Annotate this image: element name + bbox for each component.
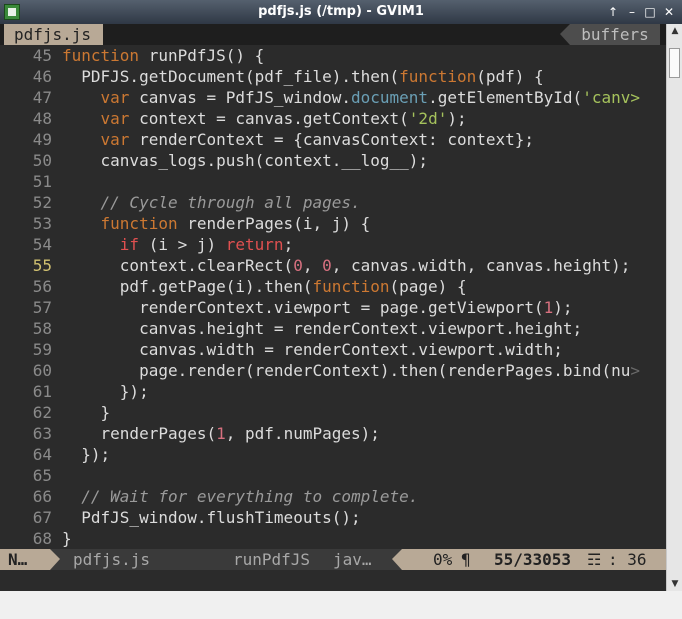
line-number: 46 [32,67,52,86]
code-line[interactable]: 68} [0,528,666,549]
line-number: 52 [32,193,52,212]
line-number: 53 [32,214,52,233]
line-number: 68 [32,529,52,548]
line-number: 57 [32,298,52,317]
line-text[interactable]: }); [62,445,110,464]
line-number: 67 [32,508,52,527]
line-number: 61 [32,382,52,401]
column-icon: ☶ [587,550,602,569]
scroll-down-arrow-icon[interactable]: ▼ [668,577,682,591]
line-text[interactable]: PdfJS_window.flushTimeouts(); [62,508,360,527]
status-column: : 36 [608,550,647,569]
code-line[interactable]: 54 if (i > j) return; [0,234,666,255]
line-number: 64 [32,445,52,464]
window-titlebar: pdfjs.js (/tmp) - GVIM1 ↑ – □ ✕ [0,0,682,24]
line-number: 48 [32,109,52,128]
pilcrow-icon: ¶ [461,550,471,569]
code-line[interactable]: 47 var canvas = PdfJS_window.document.ge… [0,87,666,108]
code-line[interactable]: 50 canvas_logs.push(context.__log__); [0,150,666,171]
minimize-button[interactable]: – [624,4,640,20]
scrollbar-thumb[interactable] [669,48,680,78]
line-text[interactable]: } [62,529,72,548]
code-line[interactable]: 45 function runPdfJS() { [0,45,666,66]
code-line[interactable]: 49 var renderContext = {canvasContext: c… [0,129,666,150]
line-text[interactable]: canvas_logs.push(context.__log__); [62,151,429,170]
command-line[interactable] [0,570,666,591]
code-line[interactable]: 56 pdf.getPage(i).then(function(page) { [0,276,666,297]
mode-indicator: N… [0,549,60,570]
line-text[interactable]: // Wait for everything to complete. [62,487,418,506]
line-number: 63 [32,424,52,443]
line-text[interactable]: function runPdfJS() { [62,46,264,65]
code-line[interactable]: 66 // Wait for everything to complete. [0,486,666,507]
line-number: 65 [32,466,52,485]
code-line[interactable]: 63 renderPages(1, pdf.numPages); [0,423,666,444]
line-text[interactable]: canvas.height = renderContext.viewport.h… [62,319,582,338]
line-text[interactable]: var canvas = PdfJS_window.document.getEl… [62,88,640,107]
line-number: 58 [32,319,52,338]
line-text[interactable]: canvas.width = renderContext.viewport.wi… [62,340,563,359]
line-number: 54 [32,235,52,254]
code-line[interactable]: 64 }); [0,444,666,465]
code-line[interactable]: 51 [0,171,666,192]
code-line[interactable]: 65 [0,465,666,486]
code-line[interactable]: 48 var context = canvas.getContext('2d')… [0,108,666,129]
code-line[interactable]: 52 // Cycle through all pages. [0,192,666,213]
line-text[interactable]: }); [62,382,149,401]
tab-pdfjs[interactable]: pdfjs.js [4,24,103,45]
line-text[interactable]: var context = canvas.getContext('2d'); [62,109,467,128]
status-filename: pdfjs.js [73,550,151,569]
statusline: N… pdfjs.js runPdfJS jav… 0% ¶ 55/33053 … [0,549,666,570]
close-button[interactable]: ✕ [661,4,677,20]
line-text[interactable]: PDFJS.getDocument(pdf_file).then(functio… [62,67,543,86]
line-text[interactable]: pdf.getPage(i).then(function(page) { [62,277,467,296]
status-percent: 0% [433,550,453,569]
code-line[interactable]: 67 PdfJS_window.flushTimeouts(); [0,507,666,528]
tabline: pdfjs.js buffers [0,24,666,45]
line-number: 49 [32,130,52,149]
line-number: 51 [32,172,52,191]
code-view[interactable]: 45 function runPdfJS() {46 PDFJS.getDocum… [0,45,666,549]
code-line[interactable]: 53 function renderPages(i, j) { [0,213,666,234]
line-number: 50 [32,151,52,170]
line-number: 59 [32,340,52,359]
line-number: 62 [32,403,52,422]
line-text[interactable]: if (i > j) return; [62,235,293,254]
code-line[interactable]: 59 canvas.width = renderContext.viewport… [0,339,666,360]
window-title: pdfjs.js (/tmp) - GVIM1 [258,4,424,19]
line-number: 47 [32,88,52,107]
code-line[interactable]: 46 PDFJS.getDocument(pdf_file).then(func… [0,66,666,87]
arrow-up-icon[interactable]: ↑ [605,4,621,20]
vertical-scrollbar[interactable]: ▲ ▼ [666,24,682,591]
status-filetype: jav… [333,550,372,569]
editor-area[interactable]: pdfjs.js buffers 45 function runPdfJS() {… [0,24,666,591]
maximize-button[interactable]: □ [642,4,658,20]
scroll-up-arrow-icon[interactable]: ▲ [668,24,682,38]
window-bottom [0,591,682,619]
line-text[interactable]: function renderPages(i, j) { [62,214,371,233]
line-number: 60 [32,361,52,380]
code-line[interactable]: 57 renderContext.viewport = page.getView… [0,297,666,318]
status-position-block: 0% ¶ 55/33053 ☶ : 36 [392,549,666,570]
code-line[interactable]: 61 }); [0,381,666,402]
code-line[interactable]: 55 context.clearRect(0, 0, canvas.width,… [0,255,666,276]
code-line[interactable]: 58 canvas.height = renderContext.viewpor… [0,318,666,339]
status-function: runPdfJS [233,550,311,569]
line-number: 45 [32,46,52,65]
line-text[interactable]: page.render(renderContext).then(renderPa… [62,361,640,380]
line-text[interactable]: } [62,403,111,422]
line-text[interactable]: renderContext.viewport = page.getViewpor… [62,298,572,317]
line-text[interactable]: var renderContext = {canvasContext: cont… [62,130,534,149]
line-text[interactable]: renderPages(1, pdf.numPages); [62,424,380,443]
line-number: 55 [32,256,52,275]
line-text[interactable]: context.clearRect(0, 0, canvas.width, ca… [62,256,631,275]
status-line-position: 55/33053 [494,550,572,569]
code-line[interactable]: 60 page.render(renderContext).then(rende… [0,360,666,381]
code-line[interactable]: 62 } [0,402,666,423]
line-text[interactable]: // Cycle through all pages. [62,193,361,212]
buffers-label: buffers [560,24,660,45]
line-number: 66 [32,487,52,506]
line-number: 56 [32,277,52,296]
